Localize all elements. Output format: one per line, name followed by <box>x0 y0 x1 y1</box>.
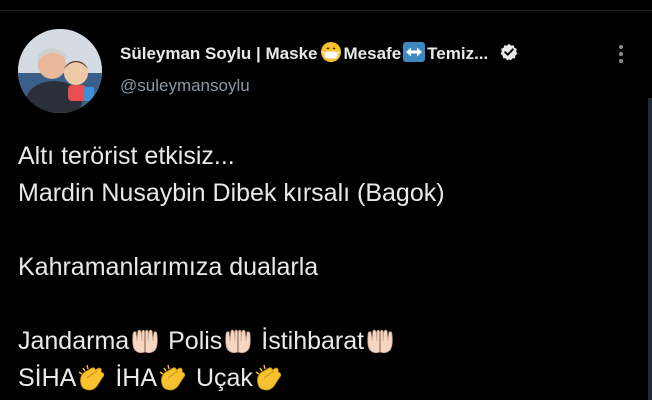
forces-line-2: SİHA İHA Uçak <box>18 360 642 397</box>
palms-up-together-emoji-icon <box>365 327 395 366</box>
clapping-hands-emoji-icon <box>254 364 284 400</box>
top-divider <box>0 0 652 11</box>
verified-badge-icon <box>500 43 518 66</box>
more-options-icon[interactable] <box>612 42 630 66</box>
tweet-text: Altı terörist etkisiz... Mardin Nusaybin… <box>18 138 642 397</box>
force-name: Jandarma <box>18 327 130 355</box>
scrollbar[interactable] <box>648 98 652 400</box>
line-break <box>18 286 642 323</box>
avatar[interactable] <box>18 29 102 113</box>
left-right-arrow-emoji-icon <box>403 41 426 67</box>
forces-line-1: Jandarma Polis İstihbarat <box>18 323 642 360</box>
force-name: SİHA <box>18 364 77 392</box>
tweet-line: Kahramanlarımıza dualarla <box>18 253 319 281</box>
tweet-header: Süleyman Soylu | Maske Mesafe Temiz... @… <box>120 40 652 96</box>
display-name-part3[interactable]: Temiz... <box>427 44 488 64</box>
user-handle[interactable]: @suleymansoylu <box>120 76 652 96</box>
more-dot <box>619 52 623 56</box>
display-name-part2[interactable]: Mesafe <box>344 44 402 64</box>
line-break <box>18 212 642 249</box>
force-name: İHA <box>115 364 157 392</box>
more-dot <box>619 45 623 49</box>
force-name: Uçak <box>195 364 253 392</box>
force-name: Polis <box>168 327 223 355</box>
display-name[interactable]: Süleyman Soylu | Maske <box>120 44 318 64</box>
more-dot <box>619 59 623 63</box>
tweet-line: Mardin Nusaybin Dibek kırsalı (Bagok) <box>18 179 445 207</box>
clapping-hands-emoji-icon <box>158 364 188 400</box>
mask-emoji-icon <box>320 41 342 68</box>
display-name-row[interactable]: Süleyman Soylu | Maske Mesafe Temiz... <box>120 40 652 68</box>
force-name: İstihbarat <box>261 327 365 355</box>
clapping-hands-emoji-icon <box>77 364 107 400</box>
tweet-line: Altı terörist etkisiz... <box>18 142 235 170</box>
avatar-photo <box>18 29 102 113</box>
